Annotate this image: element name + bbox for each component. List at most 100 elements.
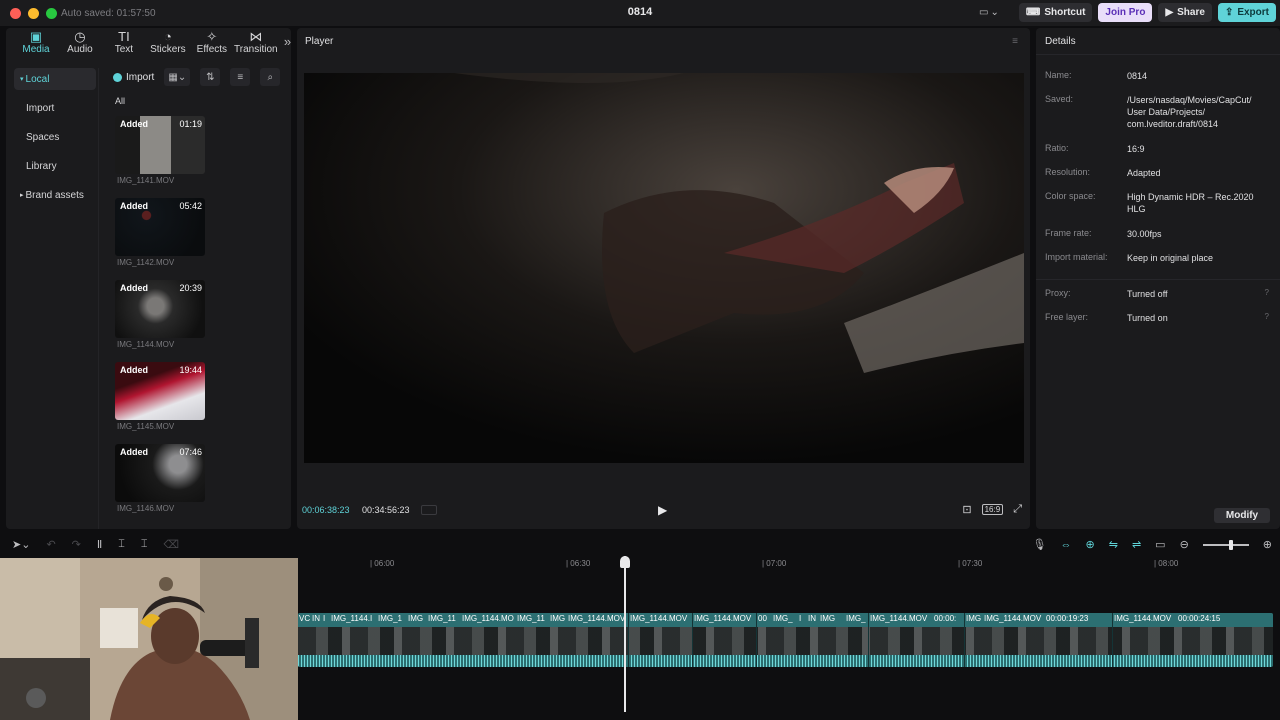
close-window-button[interactable] [10, 7, 21, 19]
detail-value: 30.00fps [1127, 229, 1162, 239]
track-clip[interactable]: IMG [820, 614, 835, 623]
track-clip[interactable]: VC [299, 614, 310, 623]
zoom-window-button[interactable] [46, 7, 57, 19]
track-clip[interactable]: IMG_1144.MOV [1114, 614, 1171, 623]
tab-media[interactable]: ▣ Media [14, 28, 58, 56]
trim-right-icon[interactable]: ⌶ [141, 538, 148, 551]
media-clip[interactable]: Added 07:46 IMG_1146.MOV [115, 444, 205, 513]
detail-key: Import material: [1045, 252, 1108, 262]
playhead-handle[interactable] [620, 556, 630, 568]
track-clip[interactable]: IMG_1144.MOV [694, 614, 751, 623]
grid-view-icon[interactable]: ▦⌄ [164, 68, 191, 86]
track-clip[interactable]: IMG [408, 614, 423, 623]
help-icon[interactable]: ? [1265, 312, 1269, 321]
track-clip[interactable]: 00:00:24:15 [1178, 614, 1220, 623]
sidebar-item-library[interactable]: Library [14, 155, 96, 177]
join-pro-button[interactable]: Join Pro [1098, 3, 1153, 22]
track-clip[interactable]: IMG_1144.MO [462, 614, 514, 623]
zoom-in-icon[interactable]: ⊕ [1263, 538, 1272, 551]
play-icon[interactable]: ▶ [658, 503, 667, 517]
linkage-icon[interactable]: ⇋ [1109, 538, 1118, 551]
minimize-window-button[interactable] [28, 7, 39, 19]
tab-transition[interactable]: ⋈ Transition [234, 28, 278, 56]
track-clip[interactable]: 00:00: [934, 614, 956, 623]
detail-value: /Users/nasdaq/Movies/CapCut/ User Data/P… [1127, 95, 1252, 129]
track-clip[interactable]: IMG_ [773, 614, 793, 623]
track-clip[interactable]: IMG_11 [428, 614, 456, 623]
screen-icon[interactable]: ▭ [1155, 538, 1165, 551]
sidebar-item-spaces[interactable]: Spaces [14, 126, 96, 148]
trim-left-icon[interactable]: ⌶ [118, 538, 125, 551]
video-preview[interactable] [304, 73, 1024, 463]
layout-menu[interactable]: ▭ ⌄ [979, 7, 999, 18]
select-tool-icon[interactable]: ➤⌄ [12, 538, 30, 551]
video-frame [304, 73, 1024, 463]
zoom-slider-knob[interactable] [1228, 539, 1233, 550]
track-clip[interactable]: IMG_1144.MOV [568, 614, 625, 623]
filter-all-label[interactable]: All [115, 96, 125, 106]
media-clip[interactable]: Added 01:19 IMG_1141.MOV [115, 116, 205, 185]
added-badge: Added [120, 201, 148, 211]
auto-snap-icon[interactable]: ⊕ [1086, 538, 1095, 551]
zoom-out-icon[interactable]: ⊖ [1180, 538, 1189, 551]
more-tabs-icon[interactable]: » [284, 34, 291, 49]
main-track-magnet-icon[interactable]: ⇔ [1061, 539, 1072, 551]
media-clip[interactable]: Added 19:44 IMG_1145.MOV [115, 362, 205, 431]
menu-icon[interactable]: ≡ [1012, 36, 1018, 47]
tab-audio[interactable]: ◷ Audio [58, 28, 102, 56]
split-icon[interactable]: Ⅱ [97, 538, 102, 551]
export-button[interactable]: ⇪ Export [1217, 3, 1276, 22]
detail-value: 16:9 [1127, 144, 1145, 154]
redo-icon[interactable]: ↷ [72, 538, 81, 551]
track-clip[interactable]: IMG_11 [517, 614, 545, 623]
sort-icon[interactable]: ⇅ [200, 68, 221, 86]
share-button[interactable]: ▶ Share [1158, 3, 1212, 22]
track-clip[interactable]: IMG_1144.MOV [984, 614, 1041, 623]
modify-button[interactable]: Modify [1214, 508, 1270, 523]
zoom-slider[interactable] [1202, 539, 1249, 550]
effects-icon: ✧ [206, 29, 218, 44]
sidebar-item-brand-assets[interactable]: ▸ Brand assets [14, 184, 96, 206]
sidebar-item-local[interactable]: ▾ Local [14, 68, 96, 90]
tab-stickers[interactable]: ◔ Stickers [146, 28, 190, 56]
fit-screen-icon[interactable]: ⊡ [962, 503, 971, 516]
clip-filmstrip [298, 627, 1273, 655]
shortcut-button[interactable]: ⌨ Shortcut [1018, 3, 1093, 22]
title-bar: Auto saved: 01:57:50 0814 ▭ ⌄ ⌨ Shortcut… [0, 0, 1280, 26]
track-clip[interactable]: IMG_1144.I [331, 614, 372, 623]
track-clip[interactable]: IMG_1144.MOV [870, 614, 927, 623]
track-clip[interactable]: IMG_1 [378, 614, 402, 623]
aspect-ratio-button[interactable]: 16:9 [981, 504, 1004, 515]
tab-effects[interactable]: ✧ Effects [190, 28, 234, 56]
undo-icon[interactable]: ↶ [46, 538, 55, 551]
sidebar-item-import[interactable]: Import [14, 97, 96, 119]
track-clip[interactable]: I [323, 614, 325, 623]
webcam-overlay [0, 558, 298, 720]
detail-row-ratio: Ratio: 16:9 [1045, 143, 1275, 155]
track-clip[interactable]: I [799, 614, 801, 623]
track-clip[interactable]: IMG [966, 614, 981, 623]
video-track[interactable]: VC IN I IMG_1144.I IMG_1 IMG IMG_11 IMG_… [298, 613, 1273, 667]
timeline-ruler[interactable]: | 06:00 | 06:30 | 07:00 | 07:30 | 08:00 [298, 556, 1280, 572]
microphone-icon[interactable]: 🎙︎ [1033, 538, 1047, 551]
track-clip[interactable]: IN [808, 614, 816, 623]
delete-icon[interactable]: ⌫ [164, 538, 180, 551]
search-icon[interactable]: ⌕ [260, 68, 281, 86]
timecode-toggle[interactable] [421, 505, 437, 515]
track-clip[interactable]: 00:00:19:23 [1046, 614, 1088, 623]
playhead[interactable] [624, 556, 626, 712]
media-clip[interactable]: Added 20:39 IMG_1144.MOV [115, 280, 205, 349]
tab-text[interactable]: TI Text [102, 28, 146, 56]
track-clip[interactable]: IMG [550, 614, 565, 623]
filter-icon[interactable]: ≡ [230, 68, 251, 86]
track-clip[interactable]: IMG_1144.MOV [630, 614, 687, 623]
preview-axis-icon[interactable]: ⇌ [1132, 538, 1141, 551]
fullscreen-icon[interactable]: ⤢ [1013, 503, 1022, 516]
help-icon[interactable]: ? [1265, 288, 1269, 297]
player-panel: Player ≡ 00:06:38:23 00:34:56:23 ▶ ⊡ 16:… [297, 28, 1030, 529]
track-clip[interactable]: IMG_ [846, 614, 866, 623]
track-clip[interactable]: IN [312, 614, 320, 623]
import-button[interactable]: Import [113, 72, 154, 83]
track-clip[interactable]: 00 [758, 614, 767, 623]
media-clip[interactable]: Added 05:42 IMG_1142.MOV [115, 198, 205, 267]
